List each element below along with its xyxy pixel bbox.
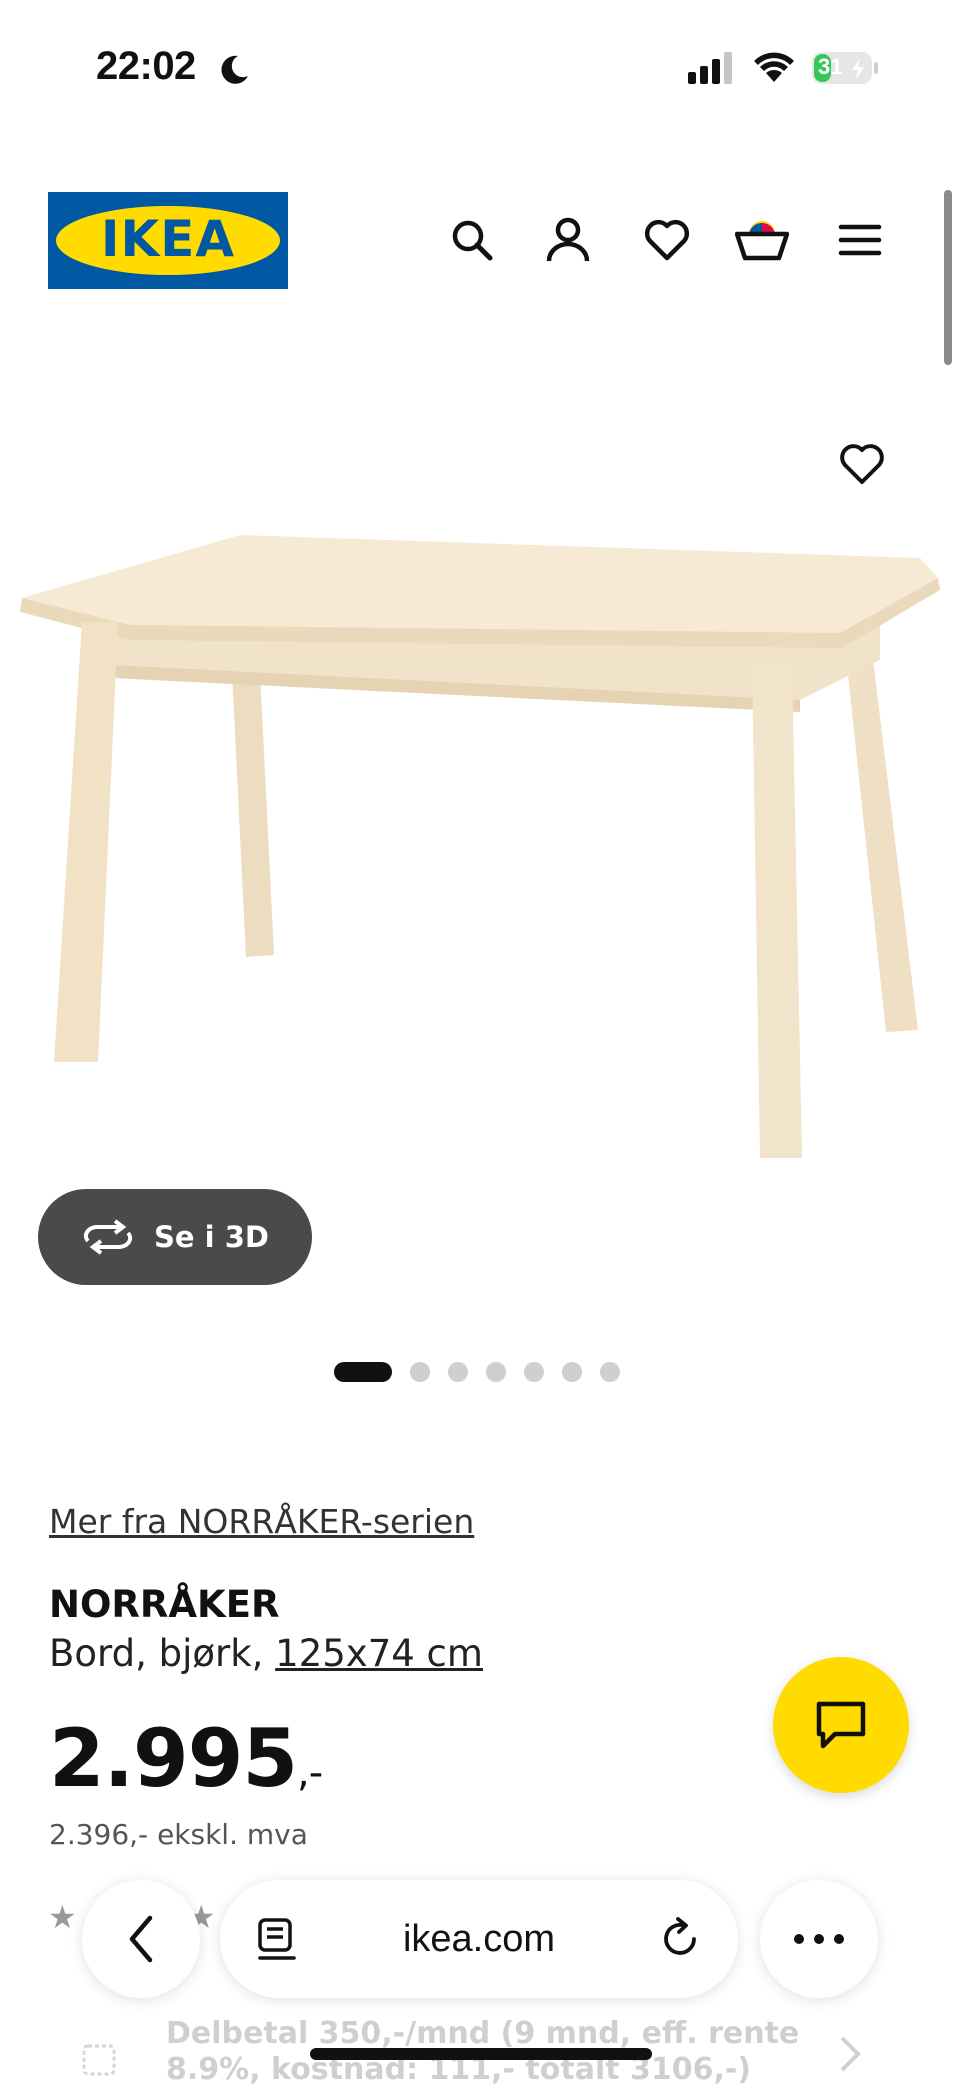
price-suffix: ,- xyxy=(297,1750,323,1796)
cellular-signal-icon xyxy=(688,52,732,84)
logo-text: IKEA xyxy=(100,210,236,268)
chat-button[interactable] xyxy=(773,1657,909,1793)
reader-mode-icon[interactable] xyxy=(256,1917,298,1961)
carousel-dot[interactable] xyxy=(486,1362,506,1382)
page-scrollbar[interactable] xyxy=(944,190,952,365)
carousel-dot[interactable] xyxy=(524,1362,544,1382)
status-time: 22:02 xyxy=(96,44,196,88)
chevron-right-icon xyxy=(840,2036,861,2072)
series-link[interactable]: Mer fra NORRÅKER-serien xyxy=(49,1502,474,1541)
browser-url[interactable]: ikea.com xyxy=(403,1918,555,1961)
ikea-logo[interactable]: IKEA xyxy=(48,192,288,289)
menu-icon xyxy=(838,224,882,256)
product-type: Bord, bjørk, xyxy=(49,1632,264,1675)
basket-button[interactable] xyxy=(734,212,790,268)
browser-address-bar[interactable]: ikea.com xyxy=(220,1880,738,1998)
moon-icon xyxy=(221,55,248,84)
image-carousel-indicator[interactable] xyxy=(334,1362,620,1382)
product-price: 2.995,- xyxy=(49,1712,323,1805)
carousel-dot[interactable] xyxy=(562,1362,582,1382)
home-indicator[interactable] xyxy=(310,2048,652,2060)
product-name: NORRÅKER xyxy=(49,1583,280,1626)
heart-icon xyxy=(840,444,884,484)
carousel-dot[interactable] xyxy=(600,1362,620,1382)
search-button[interactable] xyxy=(444,212,500,268)
see-in-3d-button[interactable]: Se i 3D xyxy=(38,1189,312,1285)
rotate-3d-icon xyxy=(83,1219,133,1255)
price-value: 2.995 xyxy=(49,1712,298,1805)
chevron-left-icon xyxy=(129,1915,153,1963)
browser-more-button[interactable] xyxy=(760,1880,878,1998)
product-image[interactable] xyxy=(0,520,960,1180)
carousel-dot[interactable] xyxy=(410,1362,430,1382)
see-in-3d-label: Se i 3D xyxy=(154,1220,269,1254)
battery-level: 31 xyxy=(818,54,843,79)
browser-back-button[interactable] xyxy=(82,1880,200,1998)
price-excl-vat: 2.396,- ekskl. mva xyxy=(49,1818,308,1851)
product-description: Bord, bjørk, 125x74 cm xyxy=(49,1632,483,1675)
heart-icon xyxy=(644,219,690,261)
more-icon xyxy=(794,1934,844,1944)
wifi-icon xyxy=(754,52,794,82)
carousel-dot[interactable] xyxy=(448,1362,468,1382)
installment-icon xyxy=(82,2044,116,2076)
account-button[interactable] xyxy=(540,212,596,268)
basket-icon xyxy=(735,221,789,261)
favourites-button[interactable] xyxy=(639,212,695,268)
menu-button[interactable] xyxy=(832,212,888,268)
add-to-favourites-button[interactable] xyxy=(832,434,892,494)
chat-icon xyxy=(816,1701,866,1749)
search-icon xyxy=(452,220,493,261)
user-icon xyxy=(546,217,590,262)
carousel-dot[interactable] xyxy=(334,1362,392,1382)
reload-icon[interactable] xyxy=(660,1917,702,1961)
star-icon: ★ xyxy=(48,1898,77,1936)
dimensions-link[interactable]: 125x74 cm xyxy=(275,1632,483,1675)
